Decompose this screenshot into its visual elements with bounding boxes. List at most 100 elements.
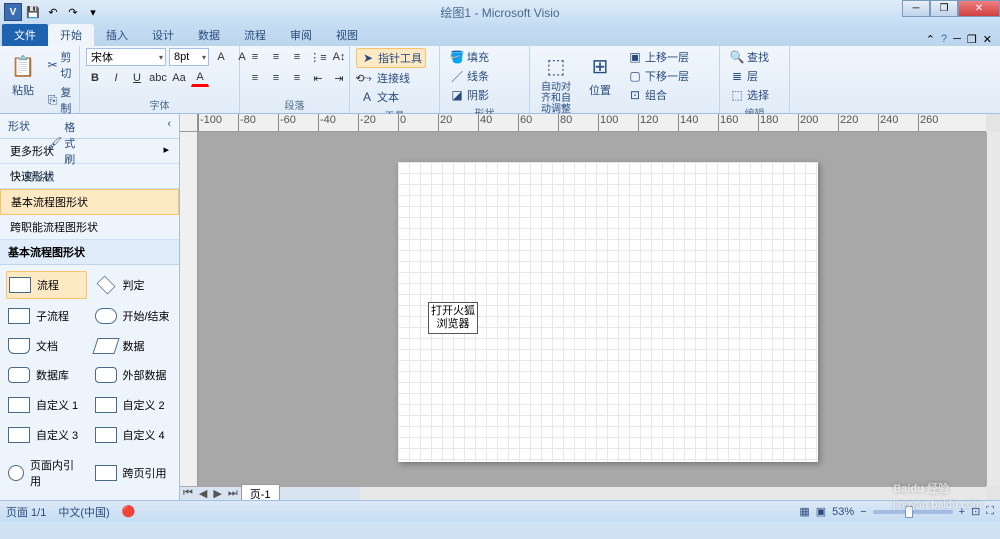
align-right[interactable]: ≡ — [288, 69, 306, 87]
pagetab-first[interactable]: ⏮ — [180, 487, 196, 500]
pane-menu-icon[interactable]: ‹ — [167, 118, 171, 134]
font-name-select[interactable]: 宋体 — [86, 48, 166, 66]
font-size-select[interactable]: 8pt — [169, 48, 209, 66]
shape-页面内引用[interactable]: 页面内引用 — [6, 452, 87, 494]
zoom-out-icon[interactable]: − — [860, 506, 866, 518]
shape-自定义 3[interactable]: 自定义 3 — [6, 422, 87, 448]
align-top[interactable]: ≡ — [246, 48, 264, 66]
position-button[interactable]: ⊞位置 — [580, 48, 620, 99]
paste-icon: 📋 — [9, 52, 37, 80]
pagetab-prev[interactable]: ◀ — [196, 487, 210, 500]
text-tool[interactable]: A文本 — [356, 88, 402, 106]
send-back[interactable]: ▢下移一层 — [624, 67, 692, 85]
shape-thumb-icon — [8, 338, 30, 354]
select-button[interactable]: ⬚选择 — [726, 86, 772, 104]
shape-文档[interactable]: 文档 — [6, 333, 87, 359]
close-button[interactable]: ✕ — [958, 0, 1000, 17]
shape-跨页引用[interactable]: 跨页引用 — [93, 452, 174, 494]
align-center[interactable]: ≡ — [267, 69, 285, 87]
qat-dropdown[interactable]: ▾ — [84, 3, 102, 21]
align-bot[interactable]: ≡ — [288, 48, 306, 66]
status-record-icon[interactable]: 🔴 — [122, 505, 136, 518]
bring-front[interactable]: ▣上移一层 — [624, 48, 692, 66]
tab-home[interactable]: 开始 — [48, 24, 94, 46]
view-full-icon[interactable]: ▣ — [816, 505, 826, 518]
font-color[interactable]: A — [191, 69, 209, 87]
mdi-restore[interactable]: ❐ — [967, 33, 977, 46]
scrollbar-vertical[interactable] — [986, 132, 1000, 486]
shape-流程[interactable]: 流程 — [6, 271, 87, 299]
fullscreen-icon[interactable]: ⛶ — [986, 505, 994, 518]
bullets[interactable]: ⋮≡ — [309, 48, 327, 66]
cut-button[interactable]: ✂剪切 — [44, 48, 79, 82]
paste-button[interactable]: 📋粘贴 — [6, 48, 40, 99]
pagetab-last[interactable]: ⏭ — [225, 487, 241, 500]
tab-view[interactable]: 视图 — [324, 24, 370, 46]
shape-自定义 2[interactable]: 自定义 2 — [93, 392, 174, 418]
tab-review[interactable]: 审阅 — [278, 24, 324, 46]
tab-process[interactable]: 流程 — [232, 24, 278, 46]
orient[interactable]: A↕ — [330, 48, 348, 66]
tab-insert[interactable]: 插入 — [94, 24, 140, 46]
text-effect[interactable]: Aa — [170, 69, 188, 87]
fill-button[interactable]: 🪣填充 — [446, 48, 492, 66]
find-button[interactable]: 🔍查找 — [726, 48, 772, 66]
qat-save[interactable]: 💾 — [24, 3, 42, 21]
align-mid[interactable]: ≡ — [267, 48, 285, 66]
group-button[interactable]: ⊡组合 — [624, 86, 692, 104]
copy-button[interactable]: ⎘复制 — [44, 83, 79, 117]
shape-开始/结束[interactable]: 开始/结束 — [93, 303, 174, 329]
cross-functional-item[interactable]: 跨职能流程图形状 — [0, 215, 179, 240]
underline-button[interactable]: U — [128, 69, 146, 87]
tab-file[interactable]: 文件 — [2, 24, 48, 46]
zoom-slider[interactable] — [873, 510, 953, 514]
qat-undo[interactable]: ↶ — [44, 3, 62, 21]
help-icon[interactable]: ? — [941, 33, 947, 46]
connector-tool[interactable]: ⤳连接线 — [356, 69, 413, 87]
tab-data[interactable]: 数据 — [186, 24, 232, 46]
minimize-button[interactable]: ─ — [902, 0, 930, 17]
layer-button[interactable]: ≣层 — [726, 67, 761, 85]
shadow-button[interactable]: ◪阴影 — [446, 86, 492, 104]
line-button[interactable]: ／线条 — [446, 67, 492, 85]
shape-数据库[interactable]: 数据库 — [6, 363, 87, 389]
shape-判定[interactable]: 判定 — [93, 271, 174, 299]
maximize-button[interactable]: ❐ — [930, 0, 958, 17]
shape-子流程[interactable]: 子流程 — [6, 303, 87, 329]
indent-inc[interactable]: ⇥ — [330, 69, 348, 87]
shape-自定义 4[interactable]: 自定义 4 — [93, 422, 174, 448]
process-shape-1[interactable]: 打开火狐 浏览器 — [428, 302, 478, 334]
view-normal-icon[interactable]: ▦ — [799, 505, 809, 518]
basic-flowchart-item[interactable]: 基本流程图形状 — [0, 189, 179, 215]
grow-font[interactable]: A — [212, 48, 230, 66]
ruler-vertical — [180, 132, 198, 486]
drawing-page[interactable]: 打开火狐 浏览器 — [398, 162, 818, 462]
bold-button[interactable]: B — [86, 69, 104, 87]
window-title: 绘图1 - Microsoft Visio — [440, 4, 559, 21]
align-left[interactable]: ≡ — [246, 69, 264, 87]
strike-button[interactable]: abc — [149, 69, 167, 87]
indent-dec[interactable]: ⇤ — [309, 69, 327, 87]
shape-自定义 1[interactable]: 自定义 1 — [6, 392, 87, 418]
copy-icon: ⎘ — [47, 92, 58, 108]
pagetab-next[interactable]: ▶ — [210, 487, 224, 500]
qat-redo[interactable]: ↷ — [64, 3, 82, 21]
mdi-close[interactable]: ✕ — [983, 33, 992, 46]
status-lang[interactable]: 中文(中国) — [58, 504, 109, 520]
painter-button[interactable]: 🖌格式刷 — [44, 118, 79, 168]
ribbon-minimize-icon[interactable]: ⌃ — [926, 33, 935, 46]
mdi-min[interactable]: ─ — [953, 33, 961, 46]
fit-page-icon[interactable]: ⊡ — [971, 505, 980, 518]
shape-数据[interactable]: 数据 — [93, 333, 174, 359]
shape-label: 数据库 — [36, 367, 69, 383]
page-tab-1[interactable]: 页-1 — [241, 484, 280, 500]
scrollbar-horizontal[interactable] — [360, 486, 986, 500]
shape-label: 判定 — [123, 277, 145, 293]
tab-design[interactable]: 设计 — [140, 24, 186, 46]
zoom-in-icon[interactable]: + — [959, 506, 965, 518]
pointer-tool[interactable]: ➤指针工具 — [356, 48, 426, 68]
canvas[interactable]: 打开火狐 浏览器 — [198, 132, 986, 486]
status-zoom[interactable]: 53% — [832, 506, 854, 518]
shape-外部数据[interactable]: 外部数据 — [93, 363, 174, 389]
italic-button[interactable]: I — [107, 69, 125, 87]
